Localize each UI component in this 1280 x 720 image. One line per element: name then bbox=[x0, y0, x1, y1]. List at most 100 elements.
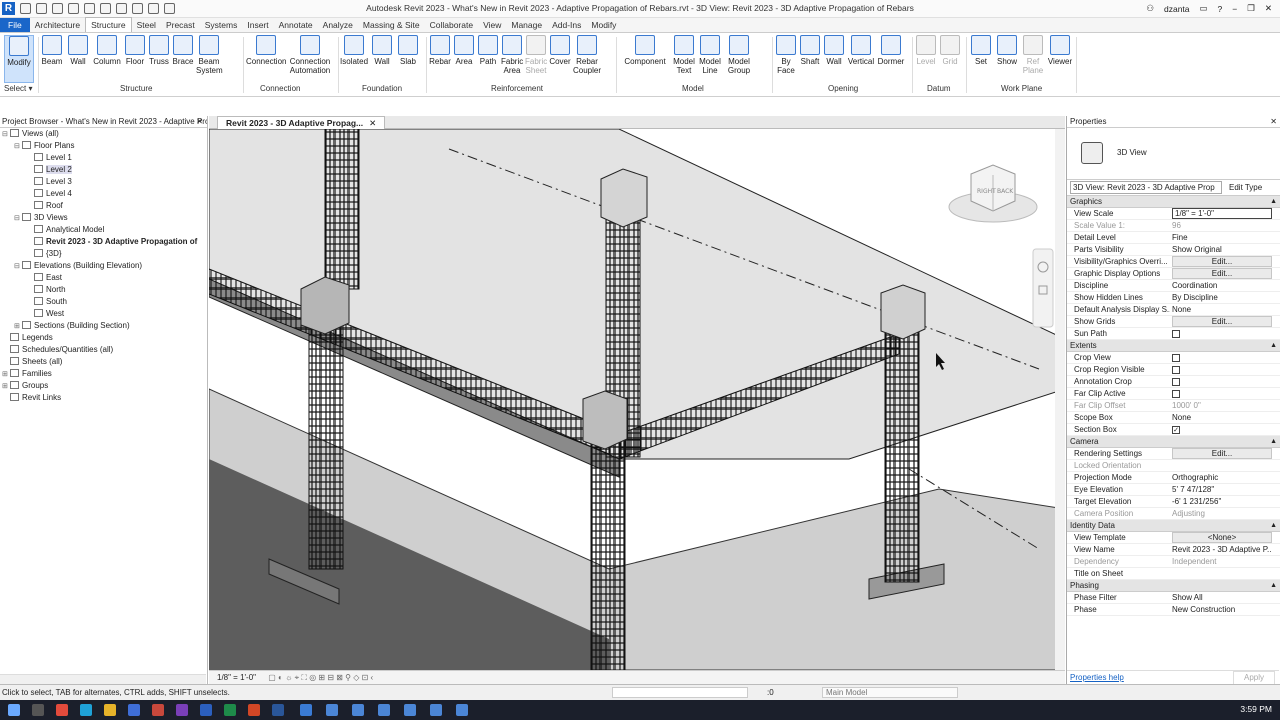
collapse-icon[interactable]: ⊟ bbox=[14, 141, 22, 152]
view-tab[interactable]: Revit 2023 - 3D Adaptive Propag... ✕ bbox=[217, 116, 386, 130]
opening-by-face-button[interactable]: By Face bbox=[775, 35, 797, 75]
onenote-icon[interactable] bbox=[176, 704, 188, 716]
tab-annotate[interactable]: Annotate bbox=[274, 18, 318, 32]
tree-item[interactable]: ⊞ Sections (Building Section) bbox=[0, 320, 207, 332]
tree-item[interactable]: ⊟ 3D Views bbox=[0, 212, 207, 224]
property-value[interactable]: New Construction bbox=[1172, 604, 1272, 616]
connection-connection-button[interactable]: Connection bbox=[246, 35, 286, 66]
tree-item[interactable]: Level 4 bbox=[0, 188, 207, 200]
revit-icon[interactable] bbox=[430, 704, 442, 716]
vertical-scrollbar[interactable] bbox=[1055, 129, 1065, 670]
type-selector[interactable]: 3D View bbox=[1067, 128, 1280, 180]
tree-item[interactable]: Revit Links bbox=[0, 392, 207, 404]
tree-item[interactable]: ⊞ Families bbox=[0, 368, 207, 380]
explorer-icon[interactable] bbox=[104, 704, 116, 716]
edit-button[interactable]: Edit... bbox=[1172, 256, 1272, 267]
reinforcement-rebar-coupler-button[interactable]: Rebar Coupler bbox=[573, 35, 601, 75]
structure-beam-system-button[interactable]: Beam System bbox=[196, 35, 223, 75]
close-icon[interactable]: ✕ bbox=[196, 116, 203, 127]
tree-item[interactable]: ⊟ Elevations (Building Elevation) bbox=[0, 260, 207, 272]
opening-shaft-button[interactable]: Shaft bbox=[799, 35, 821, 66]
property-value[interactable]: None bbox=[1172, 304, 1272, 316]
tree-item[interactable]: West bbox=[0, 308, 207, 320]
property-group-header[interactable]: Phasing ▲ bbox=[1067, 580, 1280, 592]
user-icon[interactable]: ⚇ bbox=[1146, 3, 1154, 14]
opening-vertical-button[interactable]: Vertical bbox=[847, 35, 875, 66]
view-scale-input[interactable]: 1/8" = 1'-0" bbox=[1172, 208, 1272, 219]
excel-icon[interactable] bbox=[224, 704, 236, 716]
tab-steel[interactable]: Steel bbox=[132, 18, 161, 32]
tab-modify[interactable]: Modify bbox=[586, 18, 621, 32]
datum-grid-button[interactable]: Grid bbox=[939, 35, 961, 66]
collapse-icon[interactable]: ▲ bbox=[1270, 436, 1277, 448]
collapse-icon[interactable]: ⊟ bbox=[14, 213, 22, 224]
property-edit-button[interactable]: <None> bbox=[1172, 532, 1272, 544]
structure-wall-button[interactable]: Wall bbox=[66, 35, 90, 66]
collapse-icon[interactable]: ⊟ bbox=[14, 261, 22, 272]
property-value[interactable]: Show All bbox=[1172, 592, 1272, 604]
select-dropdown[interactable]: Select ▾ bbox=[4, 84, 32, 93]
edit-button[interactable]: Edit... bbox=[1172, 316, 1272, 327]
checkbox[interactable] bbox=[1172, 390, 1180, 398]
view-control-icons[interactable]: ▢ ◐ ☼ ⌖ ⛶ ◎ ⊞ ⊟ ⊠ ⚲ ◇ ⊡ ‹ bbox=[268, 673, 373, 682]
help-icon[interactable]: ? bbox=[1218, 4, 1223, 14]
cart-icon[interactable]: ▭ bbox=[1200, 3, 1208, 14]
reinforcement-rebar-button[interactable]: Rebar bbox=[429, 35, 451, 66]
property-group-header[interactable]: Graphics ▲ bbox=[1067, 196, 1280, 208]
revit-icon[interactable] bbox=[326, 704, 338, 716]
tree-item[interactable]: Analytical Model bbox=[0, 224, 207, 236]
expand-icon[interactable]: ⊞ bbox=[2, 369, 10, 380]
property-group-header[interactable]: Extents ▲ bbox=[1067, 340, 1280, 352]
tree-item[interactable]: Legends bbox=[0, 332, 207, 344]
model-component-button[interactable]: Component bbox=[620, 35, 670, 66]
collapse-icon[interactable]: ▲ bbox=[1270, 340, 1277, 352]
revit-icon[interactable] bbox=[300, 704, 312, 716]
foundation-slab-button[interactable]: Slab bbox=[396, 35, 420, 66]
workplane-viewer-button[interactable]: Viewer bbox=[1047, 35, 1073, 66]
word-icon[interactable] bbox=[200, 704, 212, 716]
apply-button[interactable]: Apply bbox=[1232, 671, 1275, 685]
tree-item[interactable]: Level 2 bbox=[0, 164, 207, 176]
foundation-isolated-button[interactable]: Isolated bbox=[340, 35, 368, 66]
checkbox[interactable] bbox=[1172, 330, 1180, 338]
property-value[interactable]: Fine bbox=[1172, 232, 1272, 244]
properties-help-link[interactable]: Properties help bbox=[1070, 671, 1124, 684]
connection-connection-automation-button[interactable]: Connection Automation bbox=[288, 35, 332, 75]
edit-button[interactable]: Edit... bbox=[1172, 268, 1272, 279]
search-icon[interactable] bbox=[32, 704, 44, 716]
instance-selector[interactable]: 3D View: Revit 2023 - 3D Adaptive Prop bbox=[1070, 181, 1222, 194]
modify-button[interactable]: Modify bbox=[4, 35, 34, 83]
model-model-group-button[interactable]: Model Group bbox=[724, 35, 754, 75]
collapse-icon[interactable]: ▲ bbox=[1270, 580, 1277, 592]
property-edit-button[interactable]: Edit... bbox=[1172, 268, 1272, 280]
app-icon[interactable] bbox=[272, 704, 284, 716]
tree-item[interactable]: Sheets (all) bbox=[0, 356, 207, 368]
tree-item[interactable]: East bbox=[0, 272, 207, 284]
tab-insert[interactable]: Insert bbox=[242, 18, 273, 32]
tab-collaborate[interactable]: Collaborate bbox=[425, 18, 478, 32]
reinforcement-area-button[interactable]: Area bbox=[453, 35, 475, 66]
structure-column-button[interactable]: Column bbox=[92, 35, 122, 66]
minimize-icon[interactable]: − bbox=[1232, 4, 1237, 14]
user-name[interactable]: dzanta bbox=[1164, 4, 1190, 14]
tree-item[interactable]: Revit 2023 - 3D Adaptive Propagation of bbox=[0, 236, 207, 248]
opening-wall-button[interactable]: Wall bbox=[823, 35, 845, 66]
tab-analyze[interactable]: Analyze bbox=[318, 18, 358, 32]
checkbox[interactable] bbox=[1172, 366, 1180, 374]
tree-item[interactable]: South bbox=[0, 296, 207, 308]
restore-icon[interactable]: ❐ bbox=[1247, 3, 1255, 14]
tree-item[interactable]: Roof bbox=[0, 200, 207, 212]
structure-truss-button[interactable]: Truss bbox=[148, 35, 170, 66]
reinforcement-cover-button[interactable]: Cover bbox=[549, 35, 571, 66]
structure-beam-button[interactable]: Beam bbox=[40, 35, 64, 66]
collapse-icon[interactable]: ▲ bbox=[1270, 520, 1277, 532]
app-icon[interactable] bbox=[152, 704, 164, 716]
expand-icon[interactable]: ⊞ bbox=[2, 381, 10, 392]
edit-type-button[interactable]: Edit Type bbox=[1229, 180, 1262, 195]
property-input[interactable]: 1/8" = 1'-0" bbox=[1172, 208, 1272, 220]
tab-file[interactable]: File bbox=[0, 18, 30, 32]
close-icon[interactable]: ✕ bbox=[369, 118, 376, 128]
collapse-icon[interactable]: ▲ bbox=[1270, 196, 1277, 208]
workplane-ref-plane-button[interactable]: Ref Plane bbox=[1021, 35, 1045, 75]
edit-button[interactable]: Edit... bbox=[1172, 448, 1272, 459]
